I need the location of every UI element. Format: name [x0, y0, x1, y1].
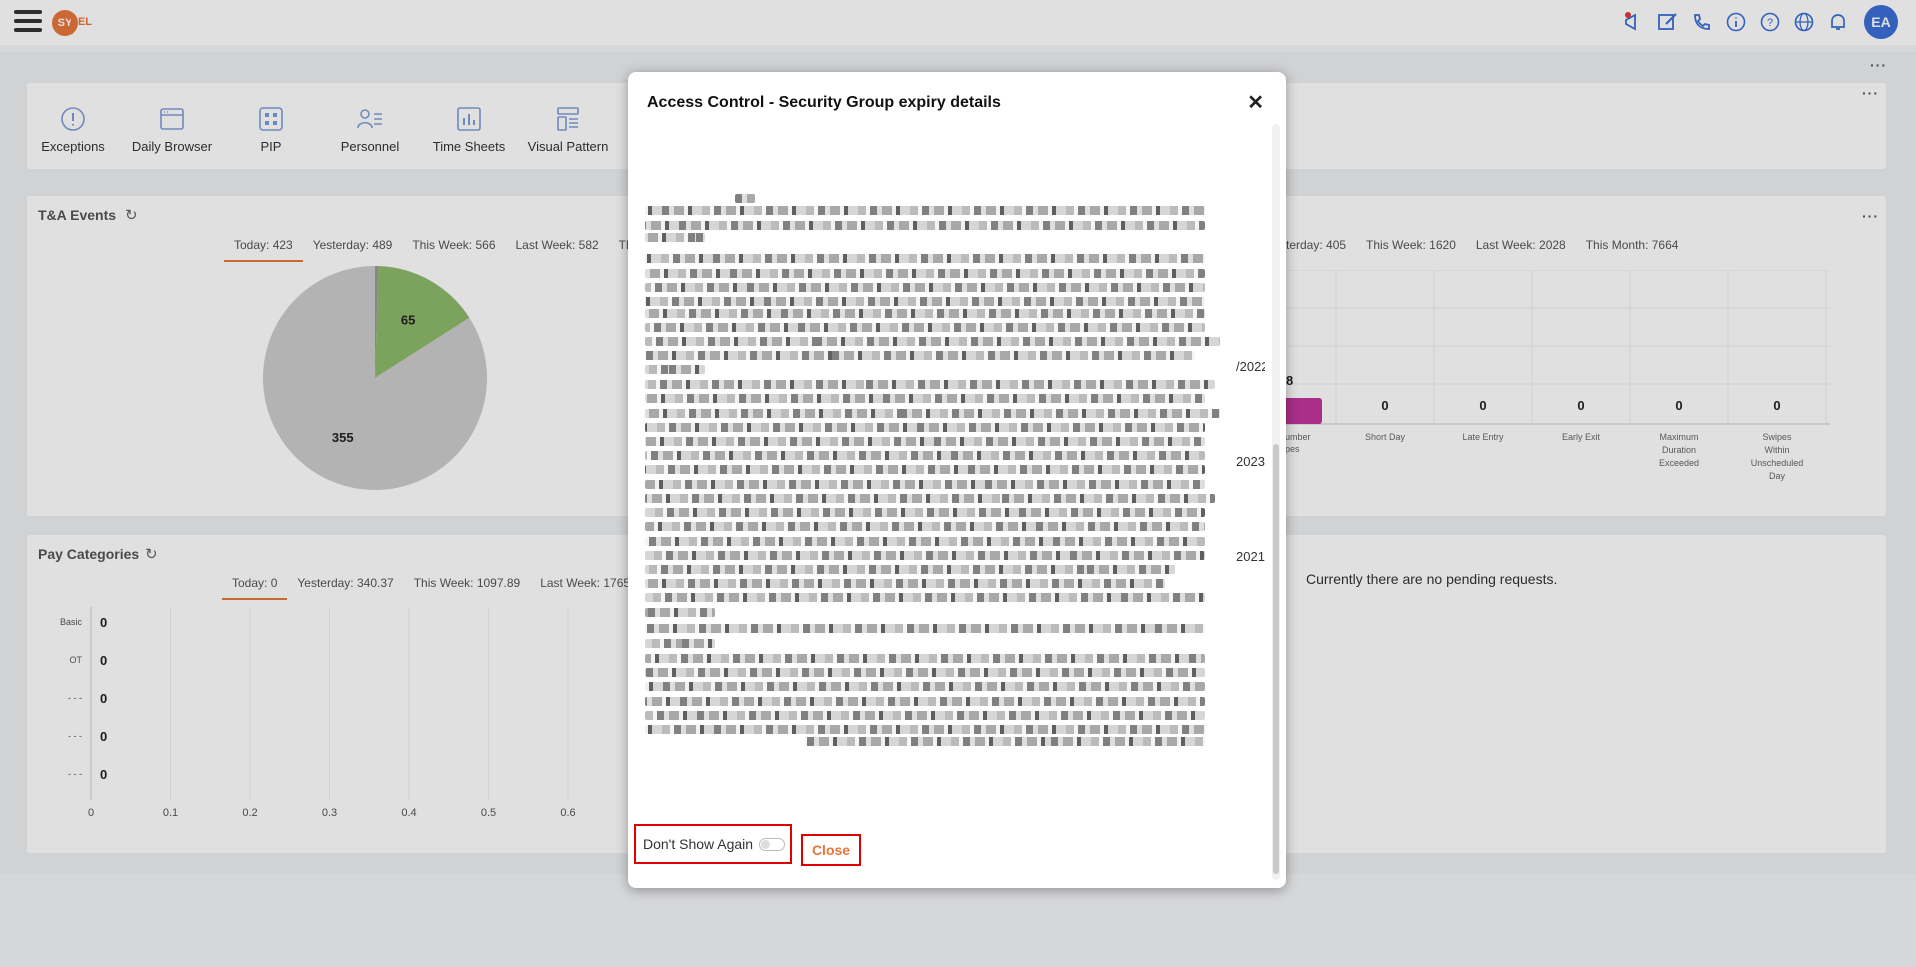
redacted-text-line: [645, 437, 1205, 446]
redacted-text-line: [805, 737, 1205, 746]
date-fragment: 2023: [1236, 454, 1265, 469]
redacted-text-line: [645, 682, 1205, 691]
redacted-text-line: [645, 579, 1165, 588]
redacted-text-line: [645, 537, 1205, 546]
redacted-text-line: [645, 309, 1205, 318]
modal-title: Access Control - Security Group expiry d…: [647, 94, 1001, 111]
dont-show-again-toggle[interactable]: [759, 837, 786, 851]
redacted-text-line: [645, 551, 1205, 560]
redacted-text-line: [645, 323, 1205, 332]
redacted-text-line: [645, 508, 1205, 517]
scrollbar-thumb[interactable]: [1273, 444, 1279, 874]
redacted-text-line: [645, 593, 1205, 602]
redacted-text-line: [645, 409, 1220, 418]
redacted-text-line: [645, 494, 1215, 503]
redacted-text-line: [645, 269, 1205, 278]
redacted-text-line: [645, 711, 1205, 720]
redacted-text-line: [645, 380, 1215, 389]
redacted-text-line: [645, 254, 1205, 263]
redacted-text-line: [645, 233, 705, 242]
modal-scrollbar[interactable]: [1272, 124, 1280, 880]
redacted-text-line: [645, 725, 1205, 734]
redacted-text-line: [645, 624, 1205, 633]
redacted-text-line: [645, 654, 1205, 663]
redacted-text-line: [645, 221, 1205, 230]
redacted-text-line: [735, 194, 755, 203]
redacted-text-line: [645, 522, 1205, 531]
redacted-text-line: [645, 297, 1205, 306]
redacted-text-line: [645, 565, 1175, 574]
date-fragment: /2022: [1236, 359, 1265, 374]
redacted-text-line: [645, 423, 1205, 432]
redacted-text-line: [645, 639, 715, 648]
redacted-text-line: [645, 206, 1205, 215]
redacted-text-line: [645, 365, 705, 374]
redacted-text-line: [645, 394, 1205, 403]
modal-body: /2022 2023 2021: [645, 122, 1265, 862]
dont-show-again-control[interactable]: Don't Show Again: [634, 824, 792, 864]
dont-show-again-label: Don't Show Again: [643, 836, 754, 852]
date-fragment: 2021: [1236, 549, 1265, 564]
redacted-text-line: [645, 480, 1205, 489]
redacted-text-line: [645, 351, 1195, 360]
close-icon[interactable]: ✕: [1247, 90, 1264, 115]
security-group-expiry-modal: Access Control - Security Group expiry d…: [628, 72, 1286, 888]
redacted-text-line: [645, 337, 1220, 346]
redacted-text-line: [645, 283, 1205, 292]
redacted-text-line: [645, 608, 715, 617]
close-button[interactable]: Close: [801, 834, 861, 866]
redacted-text-line: [645, 668, 1205, 677]
redacted-text-line: [645, 465, 1205, 474]
redacted-text-line: [645, 697, 1205, 706]
redacted-text-line: [645, 451, 1205, 460]
